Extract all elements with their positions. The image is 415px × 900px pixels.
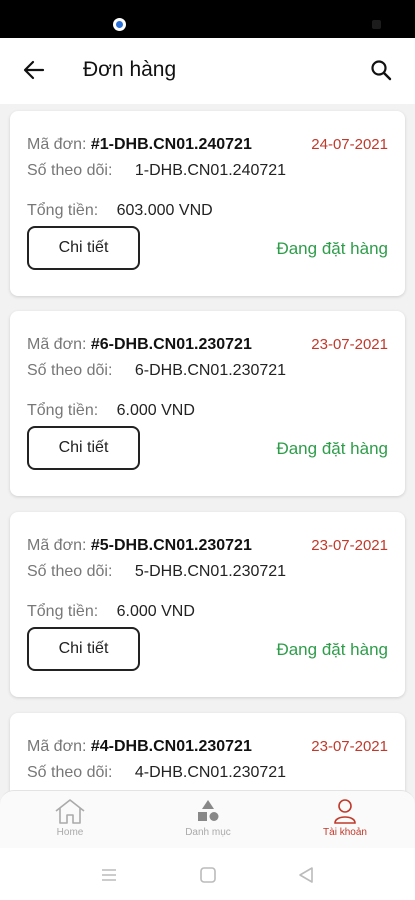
nav-account-label: Tài khoản xyxy=(323,827,367,838)
order-code: #1-DHB.CN01.240721 xyxy=(90,136,252,153)
tracking-number: 1-DHB.CN01.240721 xyxy=(134,162,287,179)
order-card: Mã đơn: #1-DHB.CN01.240721 24-07-2021 Số… xyxy=(10,111,405,296)
menu-icon xyxy=(102,869,116,881)
tracking-row: Số theo dõi: 5-DHB.CN01.230721 xyxy=(27,563,286,581)
tracking-row: Số theo dõi: 4-DHB.CN01.230721 xyxy=(27,764,286,782)
order-date: 24-07-2021 xyxy=(311,136,388,153)
notification-icon xyxy=(113,18,126,31)
order-status: Đang đặt hàng xyxy=(276,640,388,659)
system-nav-bar xyxy=(0,848,415,900)
total-row: Tổng tiền: 6.000 VND xyxy=(27,402,195,420)
tracking-number: 5-DHB.CN01.230721 xyxy=(134,563,287,580)
total-label: Tổng tiền: xyxy=(27,202,99,219)
back-system-button[interactable] xyxy=(294,864,318,886)
nav-home[interactable]: Home xyxy=(10,797,130,845)
total-label: Tổng tiền: xyxy=(27,603,99,620)
order-code: #4-DHB.CN01.230721 xyxy=(90,738,252,755)
order-date: 23-07-2021 xyxy=(311,537,388,554)
search-icon xyxy=(371,60,392,81)
order-status: Đang đặt hàng xyxy=(276,439,388,458)
order-list: Mã đơn: #1-DHB.CN01.240721 24-07-2021 Số… xyxy=(0,104,415,794)
camera-cutout xyxy=(372,20,381,29)
recent-apps-button[interactable] xyxy=(97,864,121,886)
order-card: Mã đơn: #6-DHB.CN01.230721 23-07-2021 Số… xyxy=(10,311,405,496)
order-date: 23-07-2021 xyxy=(311,738,388,755)
order-code-row: Mã đơn: #6-DHB.CN01.230721 xyxy=(27,336,252,354)
tracking-label: Số theo dõi: xyxy=(27,362,113,379)
order-code-row: Mã đơn: #5-DHB.CN01.230721 xyxy=(27,537,252,555)
total-row: Tổng tiền: 6.000 VND xyxy=(27,603,195,621)
arrow-left-icon xyxy=(23,60,45,80)
order-code-label: Mã đơn: xyxy=(27,537,87,554)
back-button[interactable] xyxy=(20,56,48,84)
home-button[interactable] xyxy=(196,864,220,886)
order-code-row: Mã đơn: #1-DHB.CN01.240721 xyxy=(27,136,252,154)
order-code: #5-DHB.CN01.230721 xyxy=(90,537,252,554)
tracking-label: Số theo dõi: xyxy=(27,162,113,179)
square-icon xyxy=(200,867,216,883)
order-status: Đang đặt hàng xyxy=(276,239,388,258)
order-code-label: Mã đơn: xyxy=(27,738,87,755)
home-icon xyxy=(55,799,85,824)
order-code: #6-DHB.CN01.230721 xyxy=(90,336,252,353)
detail-button[interactable]: Chi tiết xyxy=(27,627,140,671)
nav-home-label: Home xyxy=(56,827,84,838)
tracking-row: Số theo dõi: 1-DHB.CN01.240721 xyxy=(27,162,286,180)
total-amount: 6.000 VND xyxy=(116,603,195,620)
tracking-row: Số theo dõi: 6-DHB.CN01.230721 xyxy=(27,362,286,380)
detail-button[interactable]: Chi tiết xyxy=(27,226,140,270)
app-bar: Đơn hàng xyxy=(0,38,415,104)
total-row: Tổng tiền: 603.000 VND xyxy=(27,202,213,220)
nav-account[interactable]: Tài khoản xyxy=(285,797,405,845)
order-date: 23-07-2021 xyxy=(311,336,388,353)
tracking-label: Số theo dõi: xyxy=(27,563,113,580)
status-bar xyxy=(0,0,415,38)
nav-category[interactable]: Danh mục xyxy=(148,797,268,845)
account-icon xyxy=(334,799,356,824)
bottom-nav: Home Danh mục Tài khoản xyxy=(0,790,415,848)
order-card: Mã đơn: #4-DHB.CN01.230721 23-07-2021 Số… xyxy=(10,713,405,794)
order-code-label: Mã đơn: xyxy=(27,336,87,353)
detail-button[interactable]: Chi tiết xyxy=(27,426,140,470)
order-card: Mã đơn: #5-DHB.CN01.230721 23-07-2021 Số… xyxy=(10,512,405,697)
total-amount: 603.000 VND xyxy=(116,202,213,219)
total-amount: 6.000 VND xyxy=(116,402,195,419)
total-label: Tổng tiền: xyxy=(27,402,99,419)
order-code-label: Mã đơn: xyxy=(27,136,87,153)
order-code-row: Mã đơn: #4-DHB.CN01.230721 xyxy=(27,738,252,756)
nav-category-label: Danh mục xyxy=(185,827,231,838)
page-title: Đơn hàng xyxy=(83,58,177,81)
tracking-number: 4-DHB.CN01.230721 xyxy=(134,764,287,781)
tracking-label: Số theo dõi: xyxy=(27,764,113,781)
tracking-number: 6-DHB.CN01.230721 xyxy=(134,362,287,379)
category-icon xyxy=(198,800,219,821)
search-button[interactable] xyxy=(367,56,395,84)
triangle-back-icon xyxy=(299,867,313,883)
